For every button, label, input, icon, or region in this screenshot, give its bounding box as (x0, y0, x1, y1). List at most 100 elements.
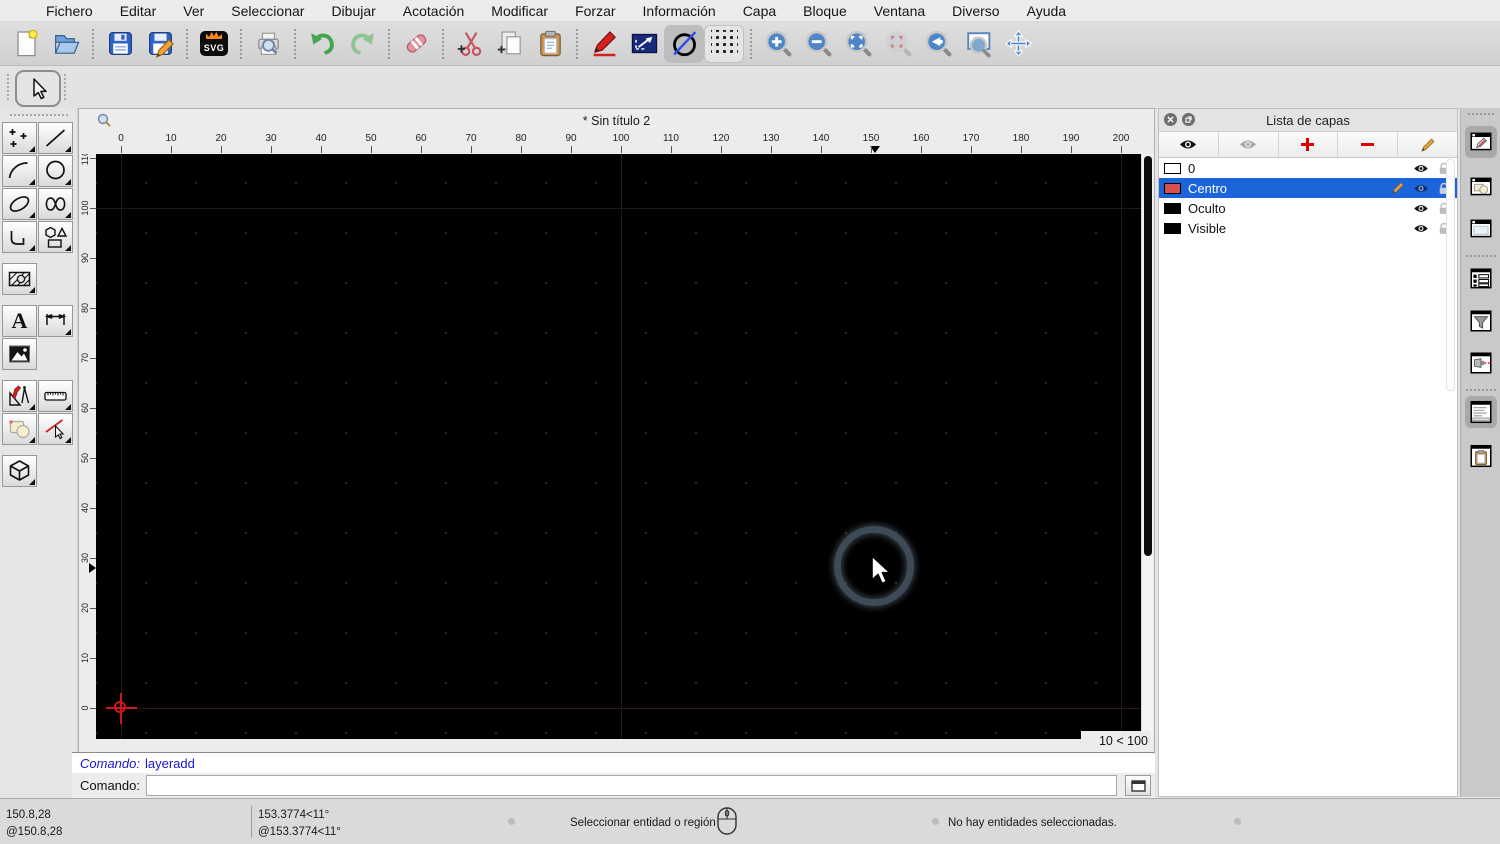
menu-item-forzar[interactable]: Forzar (575, 3, 615, 19)
layer-visibility-eye-icon[interactable] (1413, 223, 1429, 234)
line-tool-button[interactable] (38, 122, 73, 154)
zoom-selected-button[interactable] (878, 25, 918, 63)
dimension-tool-button[interactable] (38, 305, 73, 337)
pen-edit-button[interactable] (584, 25, 624, 63)
deselect-tool-button[interactable] (38, 413, 73, 445)
menu-item-ayuda[interactable]: Ayuda (1027, 3, 1066, 19)
drag-handle[interactable] (7, 74, 9, 100)
zoom-pan-button[interactable] (998, 25, 1038, 63)
image-tool-button[interactable] (2, 338, 37, 370)
spline-tool-button[interactable] (38, 188, 73, 220)
points-tool-button[interactable] (2, 122, 37, 154)
dock-toggle-filter-button[interactable] (1465, 305, 1497, 337)
panel-float-button[interactable] (1182, 113, 1195, 126)
canvas-vertical-scrollbar[interactable] (1141, 154, 1153, 739)
dock-toggle-layer-list-button[interactable] (1465, 126, 1497, 158)
layer-row-visible[interactable]: Visible (1159, 218, 1457, 238)
dock-toggle-list-view-button[interactable] (1465, 263, 1497, 295)
modify-tool-button[interactable] (2, 380, 37, 412)
hatch-tool-button[interactable] (2, 263, 37, 295)
copy-button[interactable] (490, 25, 530, 63)
command-dock-toggle-button[interactable] (1125, 775, 1151, 796)
layer-row-0[interactable]: 0 (1159, 158, 1457, 178)
save-button[interactable] (100, 25, 140, 63)
points-icon (9, 129, 27, 147)
show-all-layers-button[interactable] (1159, 132, 1219, 157)
layer-panel-toolbar (1159, 132, 1457, 158)
zoom-previous-button[interactable] (918, 25, 958, 63)
menu-item-dibujar[interactable]: Dibujar (331, 3, 375, 19)
open-file-button[interactable] (46, 25, 86, 63)
text-tool-button[interactable]: A (2, 305, 37, 337)
hide-all-layers-button[interactable] (1219, 132, 1279, 157)
cut-button[interactable] (450, 25, 490, 63)
dock-toggle-pen-palette-button[interactable] (1465, 347, 1497, 379)
undo-button[interactable] (302, 25, 342, 63)
selection-status: No hay entidades seleccionadas. (948, 817, 1117, 829)
menu-item-modificar[interactable]: Modificar (491, 3, 548, 19)
menu-item-acotacion[interactable]: Acotación (403, 3, 464, 19)
zoom-auto-button[interactable] (838, 25, 878, 63)
toolbar-separator (442, 28, 444, 59)
solid-3d-tool-button[interactable] (2, 455, 37, 487)
drawing-window-titlebar[interactable]: * Sin título 2 (79, 109, 1154, 132)
redo-button[interactable] (342, 25, 382, 63)
print-preview-button[interactable] (248, 25, 288, 63)
remove-layer-button[interactable] (1338, 132, 1399, 157)
measure-tool-button[interactable] (38, 380, 73, 412)
export-svg-button[interactable]: SVG (194, 25, 234, 63)
polyline-tool-button[interactable] (2, 221, 37, 253)
grid-toggle-button[interactable] (704, 24, 744, 63)
layer-visibility-eye-icon[interactable] (1413, 203, 1429, 214)
edit-layer-button[interactable] (1398, 132, 1457, 157)
circle-tool-button[interactable] (38, 155, 73, 187)
zoom-window-button[interactable] (958, 25, 998, 63)
menu-item-capa[interactable]: Capa (743, 3, 776, 19)
delete-button[interactable] (396, 25, 436, 63)
save-as-button[interactable] (140, 25, 180, 63)
zoom-out-button[interactable] (798, 25, 838, 63)
palette-drag-handle[interactable] (9, 114, 68, 116)
zoom-in-button[interactable] (758, 25, 798, 63)
status-dot (932, 818, 939, 825)
layer-row-centro[interactable]: Centro (1159, 178, 1457, 198)
command-history-value: layeradd (144, 755, 195, 771)
dock-toggle-command-widget-button[interactable] (1465, 396, 1497, 428)
menu-item-ventana[interactable]: Ventana (874, 3, 925, 19)
new-document-button[interactable] (6, 25, 46, 63)
menu-item-seleccionar[interactable]: Seleccionar (231, 3, 304, 19)
dock-toggle-library-button[interactable] (1465, 213, 1497, 245)
dock-toggle-clipboard-button[interactable] (1465, 440, 1497, 472)
status-hint: Seleccionar entidad o región (570, 817, 716, 829)
menu-item-fichero[interactable]: Fichero (46, 3, 93, 19)
selection-tool-button[interactable] (15, 70, 61, 107)
draw-circle-line-button[interactable] (664, 24, 704, 63)
ellipse-tool-button[interactable] (2, 188, 37, 220)
paste-button[interactable] (530, 25, 570, 63)
menu-item-diverso[interactable]: Diverso (952, 3, 999, 19)
window-title: * Sin título 2 (582, 113, 651, 128)
layer-color-swatch (1164, 202, 1181, 214)
layer-color-swatch (1164, 222, 1181, 234)
layer-visibility-eye-icon[interactable] (1413, 163, 1429, 174)
dock-drag-handle[interactable] (1467, 113, 1494, 115)
panel-scrollbar[interactable] (1446, 159, 1455, 391)
menu-item-editar[interactable]: Editar (120, 3, 157, 19)
select-region-tool-button[interactable] (2, 413, 37, 445)
dock-toggle-block-list-button[interactable] (1465, 171, 1497, 203)
menu-item-bloque[interactable]: Bloque (803, 3, 847, 19)
add-layer-button[interactable] (1279, 132, 1339, 157)
command-input[interactable] (145, 775, 1117, 796)
menu-item-informacion[interactable]: Información (643, 3, 716, 19)
menu-item-ver[interactable]: Ver (183, 3, 204, 19)
scrollbar-thumb[interactable] (1144, 156, 1152, 556)
layer-visibility-eye-icon[interactable] (1413, 183, 1429, 194)
layer-row-oculto[interactable]: Oculto (1159, 198, 1457, 218)
drawing-canvas[interactable] (96, 154, 1141, 739)
drag-handle[interactable] (64, 74, 66, 100)
polygon-shapes-tool-button[interactable] (38, 221, 73, 253)
selection-window-button[interactable] (624, 25, 664, 63)
panel-close-button[interactable] (1164, 113, 1177, 126)
ellipse-icon (9, 196, 30, 212)
arc-tool-button[interactable] (2, 155, 37, 187)
